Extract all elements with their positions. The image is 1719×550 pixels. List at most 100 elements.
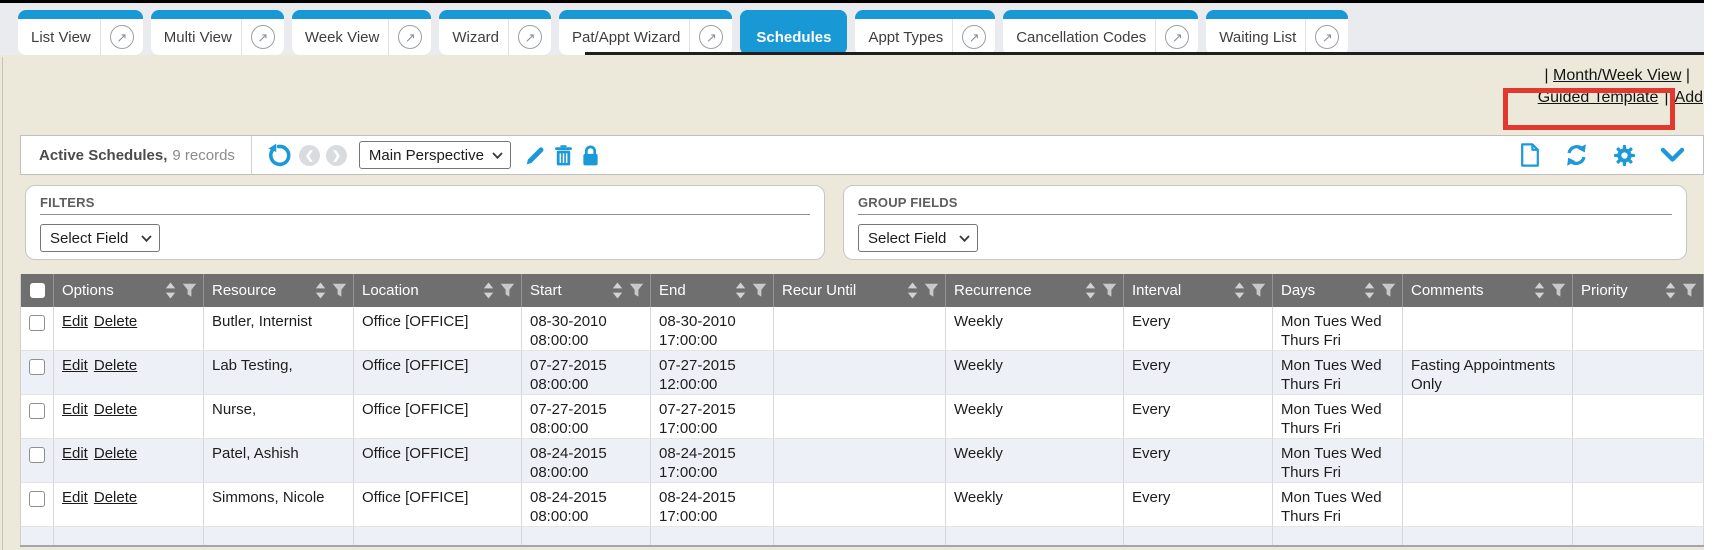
edit-link[interactable]: Edit <box>62 357 88 374</box>
prev-icon[interactable]: ❮ <box>299 145 320 166</box>
refresh-icon[interactable] <box>1564 143 1589 167</box>
column-header-recur-until[interactable]: Recur Until <box>774 274 946 307</box>
location-cell: Office [OFFICE] <box>354 307 522 351</box>
month-week-view-link[interactable]: Month/Week View <box>1553 67 1681 84</box>
edit-pencil-icon[interactable] <box>525 145 546 166</box>
edit-link[interactable]: Edit <box>62 445 88 462</box>
sort-icon[interactable] <box>1534 282 1545 299</box>
settings-gear-icon[interactable] <box>1613 144 1636 167</box>
column-header-label: Start <box>530 282 562 299</box>
tab-wizard[interactable]: Wizard ↗ <box>439 10 551 55</box>
filter-funnel-icon[interactable] <box>182 283 197 298</box>
tab-appt-types[interactable]: Appt Types ↗ <box>855 10 995 55</box>
tab-external-icon[interactable]: ↗ <box>1165 25 1189 49</box>
row-checkbox[interactable] <box>29 359 45 375</box>
new-document-icon[interactable] <box>1520 143 1540 167</box>
row-checkbox[interactable] <box>29 491 45 507</box>
resource-cell: Simmons, Nicole <box>204 483 354 527</box>
tab-label: Wizard <box>452 29 499 46</box>
tab-multi-view[interactable]: Multi View ↗ <box>151 10 284 55</box>
filter-funnel-icon[interactable] <box>629 283 644 298</box>
delete-link[interactable]: Delete <box>94 445 137 462</box>
tab-bar: List View ↗ Multi View ↗ Week View ↗ Wiz… <box>0 3 1704 55</box>
column-header-priority[interactable]: Priority <box>1573 274 1704 307</box>
record-count: 9 records <box>172 147 235 164</box>
delete-trash-icon[interactable] <box>554 145 573 166</box>
row-checkbox[interactable] <box>29 447 45 463</box>
filter-funnel-icon[interactable] <box>752 283 767 298</box>
row-checkbox[interactable] <box>29 315 45 331</box>
filter-funnel-icon[interactable] <box>1381 283 1396 298</box>
filter-funnel-icon[interactable] <box>1102 283 1117 298</box>
column-header-recurrence[interactable]: Recurrence <box>946 274 1124 307</box>
collapse-chevron-icon[interactable] <box>1660 147 1685 163</box>
tab-external-icon[interactable]: ↗ <box>699 25 723 49</box>
filters-field-select[interactable]: Select Field <box>40 224 160 252</box>
column-header-start[interactable]: Start <box>522 274 651 307</box>
location-cell: Office [OFFICE] <box>354 395 522 439</box>
tab-external-icon[interactable]: ↗ <box>110 25 134 49</box>
column-header-interval[interactable]: Interval <box>1124 274 1273 307</box>
filter-funnel-icon[interactable] <box>1682 283 1697 298</box>
sort-icon[interactable] <box>907 282 918 299</box>
column-header-end[interactable]: End <box>651 274 774 307</box>
tab-schedules-active[interactable]: Schedules <box>740 10 847 55</box>
recurrence-cell: Weekly <box>946 395 1124 439</box>
tab-week-view[interactable]: Week View ↗ <box>292 10 431 55</box>
recurrence-cell: Weekly <box>946 307 1124 351</box>
column-header-comments[interactable]: Comments <box>1403 274 1573 307</box>
delete-link[interactable]: Delete <box>94 313 137 330</box>
row-checkbox[interactable] <box>29 403 45 419</box>
tab-cancellation-codes[interactable]: Cancellation Codes ↗ <box>1003 10 1198 55</box>
sort-icon[interactable] <box>735 282 746 299</box>
filter-funnel-icon[interactable] <box>500 283 515 298</box>
edit-link[interactable]: Edit <box>62 313 88 330</box>
select-all-checkbox[interactable] <box>21 274 54 307</box>
options-cell: Edit Delete <box>54 307 204 351</box>
sort-icon[interactable] <box>483 282 494 299</box>
tab-divider <box>1305 19 1306 55</box>
tab-label: Multi View <box>164 29 232 46</box>
tab-external-icon[interactable]: ↗ <box>1315 25 1339 49</box>
guided-template-link[interactable]: Guided Template <box>1538 89 1659 107</box>
tab-external-icon[interactable]: ↗ <box>962 25 986 49</box>
filter-funnel-icon[interactable] <box>1551 283 1566 298</box>
toolbar-divider <box>251 136 252 174</box>
column-header-resource[interactable]: Resource <box>204 274 354 307</box>
table-header-row: Options Resource Location Start End Recu… <box>21 274 1705 307</box>
tab-external-icon[interactable]: ↗ <box>518 25 542 49</box>
delete-link[interactable]: Delete <box>94 401 137 418</box>
edit-link[interactable]: Edit <box>62 489 88 506</box>
filter-funnel-icon[interactable] <box>332 283 347 298</box>
links-separator: | <box>1664 89 1668 107</box>
sort-icon[interactable] <box>612 282 623 299</box>
column-header-options[interactable]: Options <box>54 274 204 307</box>
perspective-select[interactable]: Main Perspective <box>359 141 511 169</box>
tab-external-icon[interactable]: ↗ <box>251 25 275 49</box>
options-cell: Edit Delete <box>54 439 204 483</box>
column-header-label: Recur Until <box>782 282 856 299</box>
delete-link[interactable]: Delete <box>94 357 137 374</box>
add-link[interactable]: Add <box>1675 89 1703 107</box>
lock-icon[interactable] <box>581 145 600 166</box>
sort-icon[interactable] <box>1234 282 1245 299</box>
tab-list-view[interactable]: List View ↗ <box>18 10 143 55</box>
sort-icon[interactable] <box>165 282 176 299</box>
tab-external-icon[interactable]: ↗ <box>398 25 422 49</box>
sort-icon[interactable] <box>315 282 326 299</box>
delete-link[interactable]: Delete <box>94 489 137 506</box>
sort-icon[interactable] <box>1364 282 1375 299</box>
undo-icon[interactable] <box>266 143 291 168</box>
filter-funnel-icon[interactable] <box>924 283 939 298</box>
column-header-location[interactable]: Location <box>354 274 522 307</box>
column-header-days[interactable]: Days <box>1273 274 1403 307</box>
sort-icon[interactable] <box>1665 282 1676 299</box>
next-icon[interactable]: ❯ <box>326 145 347 166</box>
group-fields-select[interactable]: Select Field <box>858 224 978 252</box>
sort-icon[interactable] <box>1085 282 1096 299</box>
filter-funnel-icon[interactable] <box>1251 283 1266 298</box>
tab-pat-appt-wizard[interactable]: Pat/Appt Wizard ↗ <box>559 10 732 55</box>
tab-accent-bar <box>151 10 284 19</box>
edit-link[interactable]: Edit <box>62 401 88 418</box>
tab-waiting-list[interactable]: Waiting List ↗ <box>1206 10 1348 55</box>
